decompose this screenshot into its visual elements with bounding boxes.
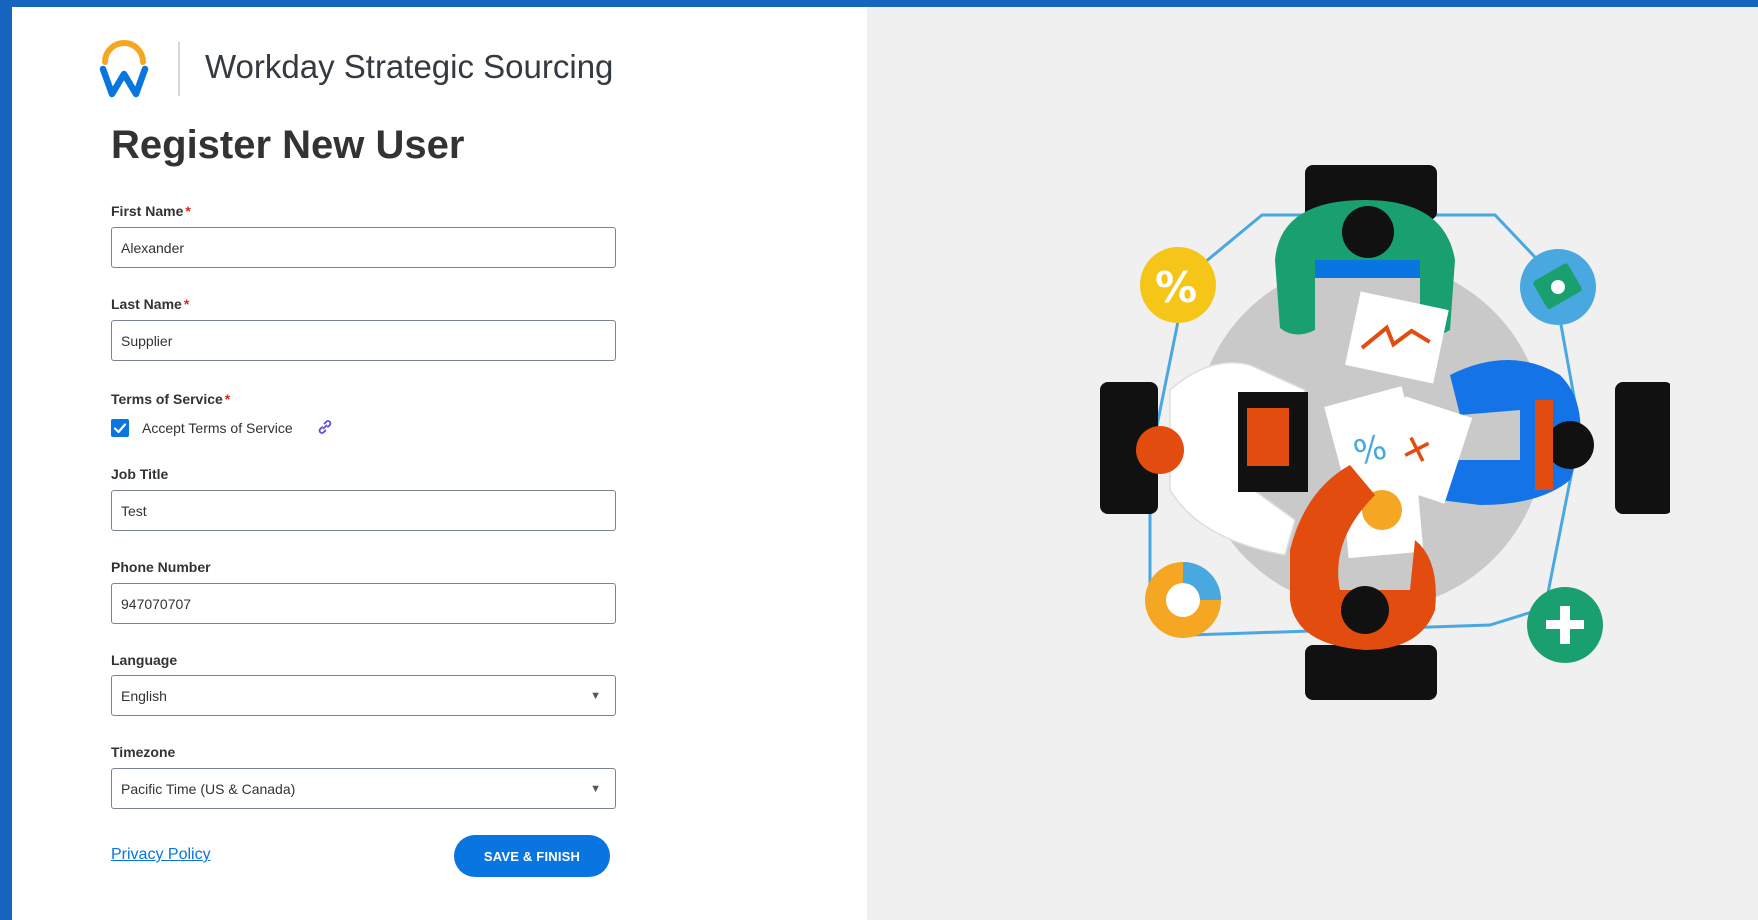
- accept-terms-checkbox[interactable]: [111, 419, 129, 437]
- first-name-label-text: First Name: [111, 203, 184, 219]
- required-marker: *: [224, 391, 231, 407]
- timezone-select-value: Pacific Time (US & Canada): [121, 781, 296, 797]
- caret-down-icon: ▼: [590, 690, 601, 702]
- caret-down-icon: ▼: [590, 783, 601, 795]
- brand-name: Workday Strategic Sourcing: [205, 48, 614, 85]
- first-name-input[interactable]: [111, 227, 616, 268]
- job-title-input[interactable]: [111, 490, 616, 531]
- last-name-label: Last Name *: [111, 296, 189, 312]
- language-label: Language: [111, 652, 178, 668]
- job-title-label: Job Title: [111, 466, 169, 482]
- timezone-label: Timezone: [111, 744, 176, 760]
- workday-logo-icon: [99, 40, 149, 98]
- svg-text:%: %: [1155, 263, 1197, 312]
- terms-label-text: Terms of Service: [111, 391, 223, 407]
- required-marker: *: [185, 203, 191, 219]
- checkmark-icon: [113, 423, 127, 434]
- meeting-table-illustration: % ✕ %: [1100, 165, 1670, 700]
- first-name-label: First Name *: [111, 203, 191, 219]
- phone-number-label: Phone Number: [111, 559, 211, 575]
- phone-number-input[interactable]: [111, 583, 616, 624]
- link-icon[interactable]: [317, 419, 333, 435]
- required-marker: *: [183, 296, 190, 312]
- privacy-policy-link[interactable]: Privacy Policy: [111, 846, 211, 864]
- language-select[interactable]: English ▼: [111, 675, 616, 716]
- timezone-select[interactable]: Pacific Time (US & Canada) ▼: [111, 768, 616, 809]
- brand-divider: [178, 42, 180, 96]
- last-name-input[interactable]: [111, 320, 616, 361]
- terms-label: Terms of Service *: [111, 391, 230, 407]
- last-name-label-text: Last Name: [111, 296, 182, 312]
- accept-terms-label[interactable]: Accept Terms of Service: [142, 420, 293, 436]
- save-and-finish-button[interactable]: SAVE & FINISH: [454, 835, 610, 877]
- language-select-value: English: [121, 688, 167, 704]
- page-title: Register New User: [111, 123, 465, 167]
